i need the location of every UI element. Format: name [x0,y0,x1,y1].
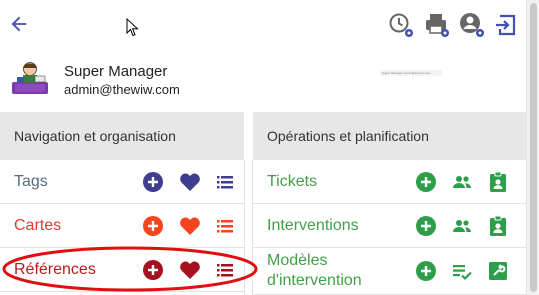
vertical-scrollbar[interactable] [526,0,539,295]
avatar [12,62,48,94]
clock-settings-icon[interactable] [388,12,414,38]
row-references[interactable]: Références [0,248,244,292]
left-panel-title: Navigation et organisation [0,112,244,160]
interventions-label[interactable]: Interventions [267,204,359,248]
people-icon[interactable] [451,215,473,237]
add-circle-icon[interactable] [415,171,437,193]
user-name: Super Manager [64,63,168,80]
add-circle-icon[interactable] [142,171,164,193]
mouse-cursor-icon [126,18,139,37]
scrollbar-thumb[interactable] [530,3,537,292]
user-email: admin@thewiw.com [64,82,180,97]
row-tags[interactable]: Tags [0,160,244,204]
modeles-label-line1: Modèles [267,252,328,269]
tags-label[interactable]: Tags [14,160,48,204]
badge-account-icon[interactable] [487,215,509,237]
modeles-label-line2: d'intervention [267,272,362,289]
add-circle-icon[interactable] [142,259,164,281]
heart-icon[interactable] [179,215,201,237]
add-circle-icon[interactable] [415,260,437,282]
people-icon[interactable] [451,171,473,193]
wrench-box-icon[interactable] [487,260,509,282]
row-interventions[interactable]: Interventions [253,204,526,248]
add-circle-icon[interactable] [142,215,164,237]
list-icon[interactable] [214,215,236,237]
row-cartes[interactable]: Cartes [0,204,244,248]
tickets-label[interactable]: Tickets [267,160,317,204]
playlist-check-icon[interactable] [451,260,473,282]
tiny-caption: Super Manager admin@thewiw.com [380,70,442,76]
panel-divider [244,160,253,295]
user-profile: Super Manager admin@thewiw.com Super Man… [0,52,526,112]
heart-icon[interactable] [179,171,201,193]
arrow-left-icon[interactable] [8,13,30,35]
list-icon[interactable] [214,259,236,281]
modeles-label[interactable]: Modèles d'intervention [267,251,362,291]
printer-settings-icon[interactable] [424,12,450,38]
row-modeles-intervention[interactable]: Modèles d'intervention [253,248,526,295]
heart-icon[interactable] [179,259,201,281]
logout-icon[interactable] [494,12,520,38]
row-tickets[interactable]: Tickets [253,160,526,204]
badge-account-icon[interactable] [487,171,509,193]
account-settings-icon[interactable] [459,12,485,38]
top-toolbar [0,0,526,52]
cartes-label[interactable]: Cartes [14,204,61,248]
references-label[interactable]: Références [14,248,96,292]
add-circle-icon[interactable] [415,215,437,237]
right-panel-title: Opérations et planification [253,112,526,160]
list-icon[interactable] [214,171,236,193]
